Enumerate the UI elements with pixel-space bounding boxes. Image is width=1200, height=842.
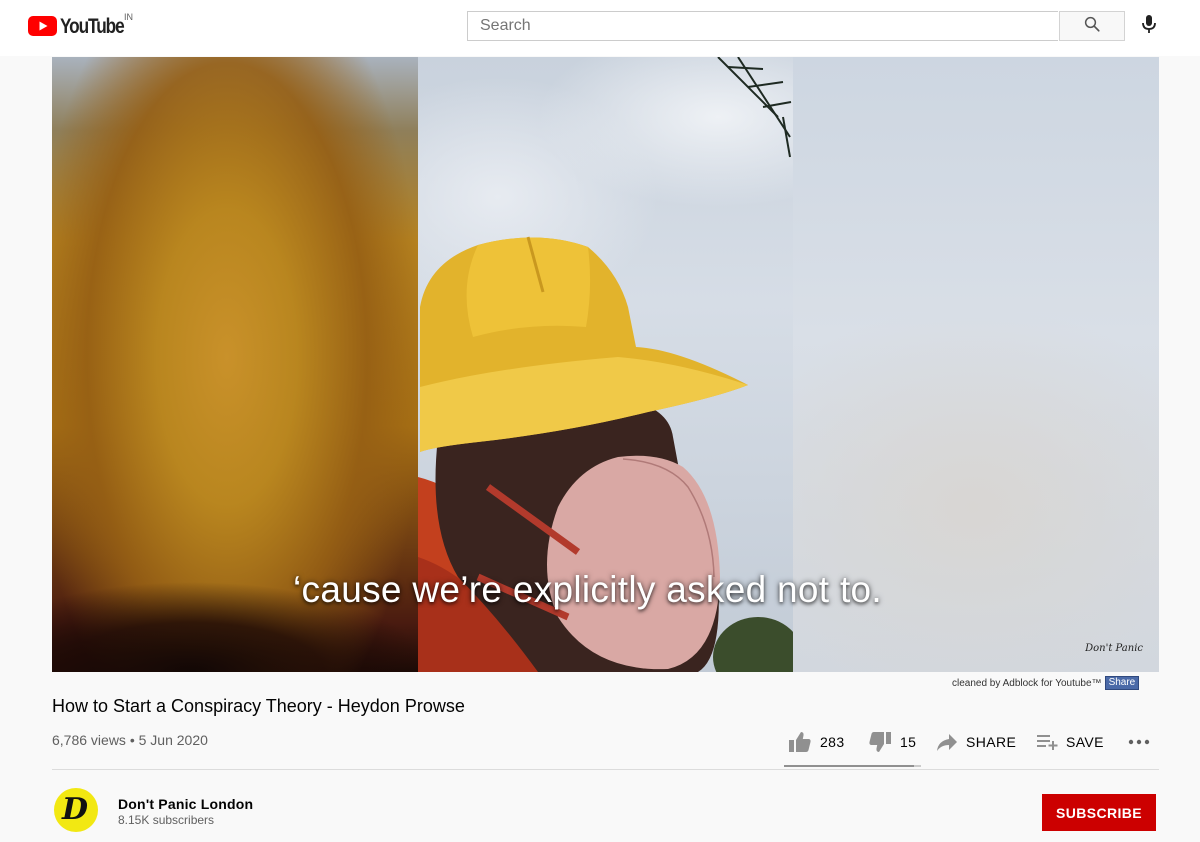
divider bbox=[52, 769, 1159, 770]
video-player[interactable]: ‘cause we’re explicitly asked not to. Do… bbox=[52, 57, 1159, 672]
more-dots-icon bbox=[1128, 739, 1158, 745]
thumbs-down-icon bbox=[868, 731, 900, 753]
search-box bbox=[467, 11, 1058, 41]
video-caption: ‘cause we’re explicitly asked not to. bbox=[293, 569, 882, 610]
adblock-notice: cleaned by Adblock for Youtube™ Share bbox=[952, 676, 1140, 690]
share-button[interactable]: SHARE bbox=[936, 728, 1016, 756]
video-meta: 6,786 views • 5 Jun 2020 bbox=[52, 732, 208, 748]
search-input[interactable] bbox=[468, 12, 1058, 40]
save-label: SAVE bbox=[1066, 734, 1104, 750]
share-label: SHARE bbox=[966, 734, 1017, 750]
share-arrow-icon bbox=[936, 732, 966, 752]
dislike-count: 15 bbox=[900, 734, 917, 750]
country-code: IN bbox=[124, 12, 133, 22]
dislike-button[interactable]: 15 bbox=[868, 728, 916, 756]
search-button[interactable] bbox=[1059, 11, 1125, 41]
logo-wordmark: YouTube bbox=[60, 15, 125, 38]
subscriber-count: 8.15K subscribers bbox=[118, 813, 215, 827]
adblock-share-button[interactable]: Share bbox=[1104, 676, 1140, 690]
subscribe-button[interactable]: SUBSCRIBE bbox=[1042, 794, 1156, 831]
youtube-logo[interactable]: YouTube IN bbox=[28, 12, 133, 38]
like-count: 283 bbox=[820, 734, 845, 750]
masthead: YouTube IN bbox=[0, 0, 1200, 56]
publish-date: 5 Jun 2020 bbox=[138, 732, 208, 748]
video-title: How to Start a Conspiracy Theory - Heydo… bbox=[52, 696, 465, 716]
avatar-letter: D bbox=[61, 792, 88, 827]
like-button[interactable]: 283 bbox=[788, 728, 845, 756]
search-icon bbox=[1083, 15, 1101, 38]
like-dislike-bar bbox=[784, 765, 921, 767]
meta-separator: • bbox=[129, 732, 135, 748]
channel-watermark: Don't Panic bbox=[1085, 643, 1143, 654]
playlist-add-icon bbox=[1036, 733, 1066, 751]
channel-name[interactable]: Don't Panic London bbox=[118, 796, 253, 812]
microphone-icon bbox=[1140, 14, 1158, 39]
like-ratio-fill bbox=[784, 765, 915, 767]
voice-search-button[interactable] bbox=[1137, 14, 1161, 38]
save-button[interactable]: SAVE bbox=[1036, 728, 1104, 756]
channel-avatar[interactable]: D bbox=[54, 788, 98, 832]
youtube-play-icon bbox=[28, 16, 57, 36]
adblock-text: cleaned by Adblock for Youtube™ bbox=[952, 677, 1102, 689]
view-count: 6,786 views bbox=[52, 732, 126, 748]
thumbs-up-icon bbox=[788, 731, 820, 753]
more-actions-button[interactable] bbox=[1128, 728, 1158, 756]
